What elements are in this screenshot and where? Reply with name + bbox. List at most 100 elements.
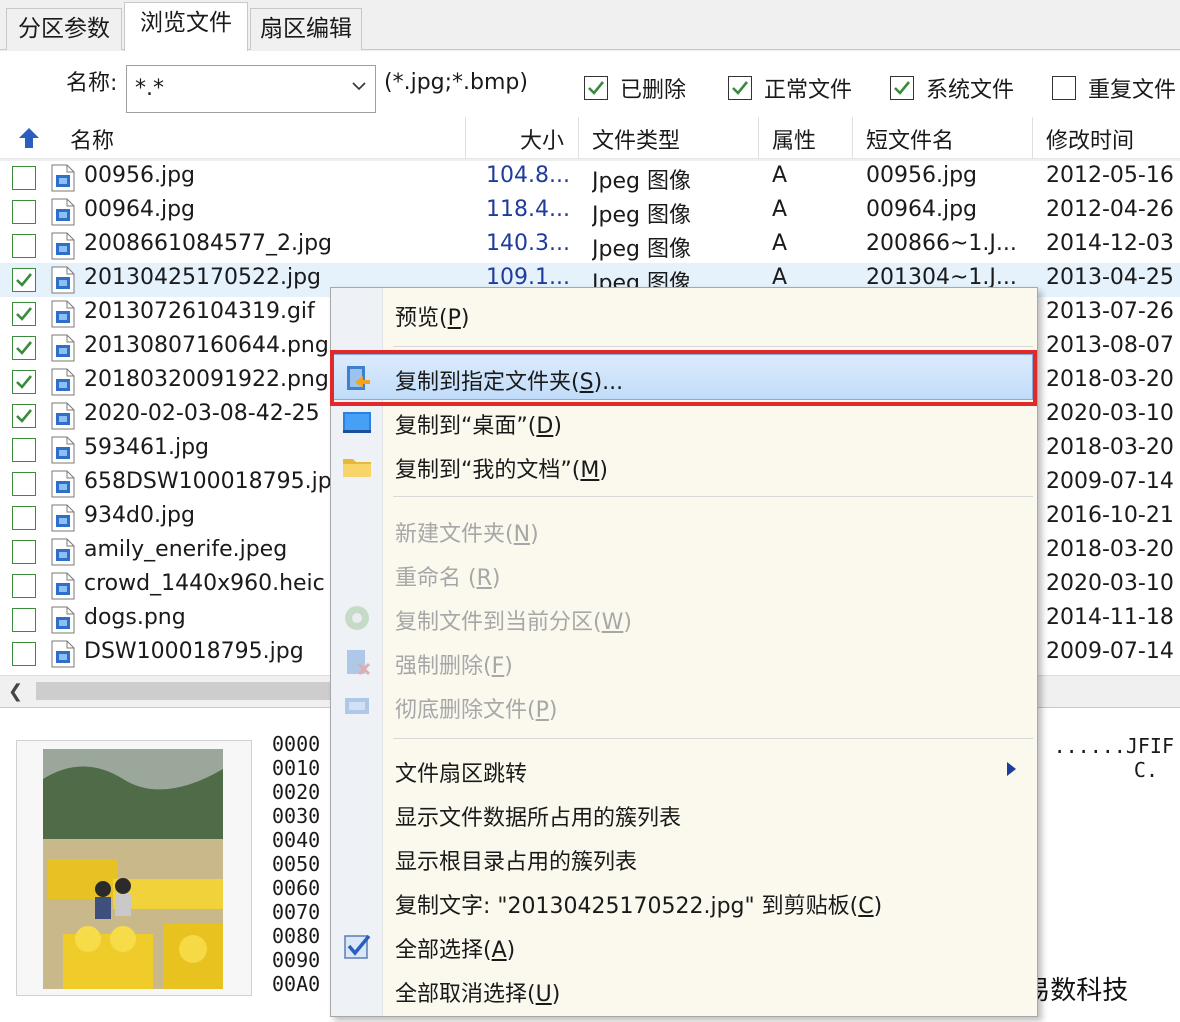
menu-item-wipe-files: 彻底删除文件(P) xyxy=(395,698,558,723)
check-icon xyxy=(16,409,33,423)
file-modified: 2009-07-14 xyxy=(1046,639,1174,664)
chevron-down-icon xyxy=(352,82,366,91)
deleted-checkbox[interactable] xyxy=(584,76,608,100)
menu-item-label: 显示根目录占用的簇列表 xyxy=(395,850,638,875)
row-checkbox[interactable] xyxy=(12,166,36,190)
up-arrow-icon[interactable] xyxy=(16,125,42,151)
row-checkbox[interactable] xyxy=(12,404,36,428)
table-row[interactable]: 00964.jpg 118.4... Jpeg 图像 A 00964.jpg 2012-0… xyxy=(0,195,1180,229)
file-modified: 2012-04-26 xyxy=(1046,197,1174,222)
check-all-icon xyxy=(344,934,371,959)
file-modified: 2016-10-21 xyxy=(1046,503,1174,528)
menu-item-file-cluster-list[interactable]: 显示文件数据所占用的簇列表 xyxy=(395,800,681,832)
file-size: 104.8... xyxy=(486,163,570,188)
hex-ascii-line: ......JFIF xyxy=(1053,734,1174,758)
menu-item-label: 显示文件数据所占用的簇列表 xyxy=(395,806,682,831)
hex-offset: 0090 xyxy=(272,948,321,972)
file-modified: 2020-03-10 xyxy=(1046,401,1174,426)
row-checkbox[interactable] xyxy=(12,472,36,496)
column-header-short-name[interactable]: 短文件名 xyxy=(866,123,954,155)
accelerator-key: A xyxy=(491,938,507,963)
file-name: 2008661084577_2.jpg xyxy=(84,231,332,256)
column-header-name[interactable]: 名称 xyxy=(70,123,114,155)
image-file-icon xyxy=(51,504,75,532)
menu-item-root-cluster-list[interactable]: 显示根目录占用的簇列表 xyxy=(395,844,637,876)
menu-item-label: 彻底删除文件 xyxy=(395,698,528,723)
tab-browse-files[interactable]: 浏览文件 xyxy=(124,2,248,51)
file-modified: 2013-07-26 xyxy=(1046,299,1174,324)
image-file-icon xyxy=(51,538,75,566)
row-checkbox[interactable] xyxy=(12,506,36,530)
file-type: Jpeg 图像 xyxy=(592,203,691,228)
table-row[interactable]: 00956.jpg 104.8... Jpeg 图像 A 00956.jpg 2012-0… xyxy=(0,161,1180,195)
menu-item-copy-to-partition: 复制文件到当前分区(W) xyxy=(395,610,632,635)
tab-sector-edit[interactable]: 扇区编辑 xyxy=(250,8,362,50)
extension-hint: (*.jpg;*.bmp) xyxy=(384,70,528,95)
menu-item-rename: 重命名 (R) xyxy=(395,566,501,591)
file-size: 118.4... xyxy=(486,197,570,222)
row-checkbox[interactable] xyxy=(12,540,36,564)
image-file-icon xyxy=(51,470,75,498)
row-checkbox[interactable] xyxy=(12,370,36,394)
desktop-icon xyxy=(343,412,371,433)
hex-offset: 0010 xyxy=(272,756,321,780)
menu-item-copy-text[interactable]: 复制文字: "20130425170522.jpg" 到剪贴板(C) xyxy=(395,888,882,920)
menu-item-copy-to-documents[interactable]: 复制到“我的文档”(M) xyxy=(395,452,608,484)
column-divider[interactable] xyxy=(578,117,579,159)
column-header-type[interactable]: 文件类型 xyxy=(592,123,680,155)
menu-item-preview[interactable]: 预览(P) xyxy=(395,300,469,332)
table-row[interactable]: 2008661084577_2.jpg 140.3... Jpeg 图像 A 20086… xyxy=(0,229,1180,263)
row-checkbox[interactable] xyxy=(12,336,36,360)
menu-item-label: 强制删除 xyxy=(395,654,484,679)
column-divider[interactable] xyxy=(852,117,853,159)
menu-item-label: 复制到“我的文档” xyxy=(395,458,572,483)
hex-offset: 0070 xyxy=(272,900,321,924)
hex-offset: 0080 xyxy=(272,924,321,948)
menu-item-copy-to-desktop[interactable]: 复制到“桌面”(D) xyxy=(395,408,562,440)
file-size: 140.3... xyxy=(486,231,570,256)
menu-item-force-delete: 强制删除(F) xyxy=(395,654,513,679)
column-divider[interactable] xyxy=(758,117,759,159)
column-divider[interactable] xyxy=(1032,117,1033,159)
row-checkbox[interactable] xyxy=(12,268,36,292)
row-checkbox[interactable] xyxy=(12,234,36,258)
name-pattern-combo[interactable]: *.* xyxy=(126,65,376,113)
menu-item-label: 复制文件到当前分区 xyxy=(395,610,594,635)
menu-item-label: 预览 xyxy=(395,306,440,331)
duplicate-files-checkbox[interactable] xyxy=(1052,76,1076,100)
scrollbar-thumb[interactable] xyxy=(36,682,336,700)
submenu-arrow-icon xyxy=(1007,762,1016,776)
row-checkbox[interactable] xyxy=(12,200,36,224)
image-file-icon xyxy=(51,402,75,430)
image-file-icon xyxy=(51,640,75,668)
tab-partition-params[interactable]: 分区参数 xyxy=(6,8,122,50)
menu-item-sector-jump[interactable]: 文件扇区跳转 xyxy=(395,756,527,788)
check-icon xyxy=(894,81,911,95)
menu-item-select-all[interactable]: 全部选择(A) xyxy=(395,932,515,964)
column-header-attr[interactable]: 属性 xyxy=(772,123,816,155)
highlight-annotation-box xyxy=(330,350,1037,406)
row-checkbox[interactable] xyxy=(12,438,36,462)
row-checkbox[interactable] xyxy=(12,574,36,598)
accelerator-key: P xyxy=(535,698,549,723)
image-file-icon xyxy=(51,368,75,396)
file-name: 00964.jpg xyxy=(84,197,196,222)
scroll-left-icon[interactable]: ❮ xyxy=(8,681,23,702)
duplicate-files-checkbox-label: 重复文件 xyxy=(1088,78,1177,103)
image-file-icon xyxy=(51,436,75,464)
column-divider[interactable] xyxy=(465,117,466,159)
accelerator-key: N xyxy=(513,522,531,547)
system-files-checkbox[interactable] xyxy=(890,76,914,100)
row-checkbox[interactable] xyxy=(12,642,36,666)
column-header-modified[interactable]: 修改时间 xyxy=(1046,123,1134,155)
column-header-size[interactable]: 大小 xyxy=(520,123,564,155)
menu-item-deselect-all[interactable]: 全部取消选择(U) xyxy=(395,976,560,1008)
normal-files-checkbox[interactable] xyxy=(728,76,752,100)
accelerator-key: P xyxy=(447,306,461,331)
name-filter-label: 名称: xyxy=(66,71,118,96)
row-checkbox[interactable] xyxy=(12,608,36,632)
image-thumbnail-frame xyxy=(16,740,252,996)
deleted-checkbox-label: 已删除 xyxy=(620,78,687,103)
file-modified: 2020-03-10 xyxy=(1046,571,1174,596)
row-checkbox[interactable] xyxy=(12,302,36,326)
